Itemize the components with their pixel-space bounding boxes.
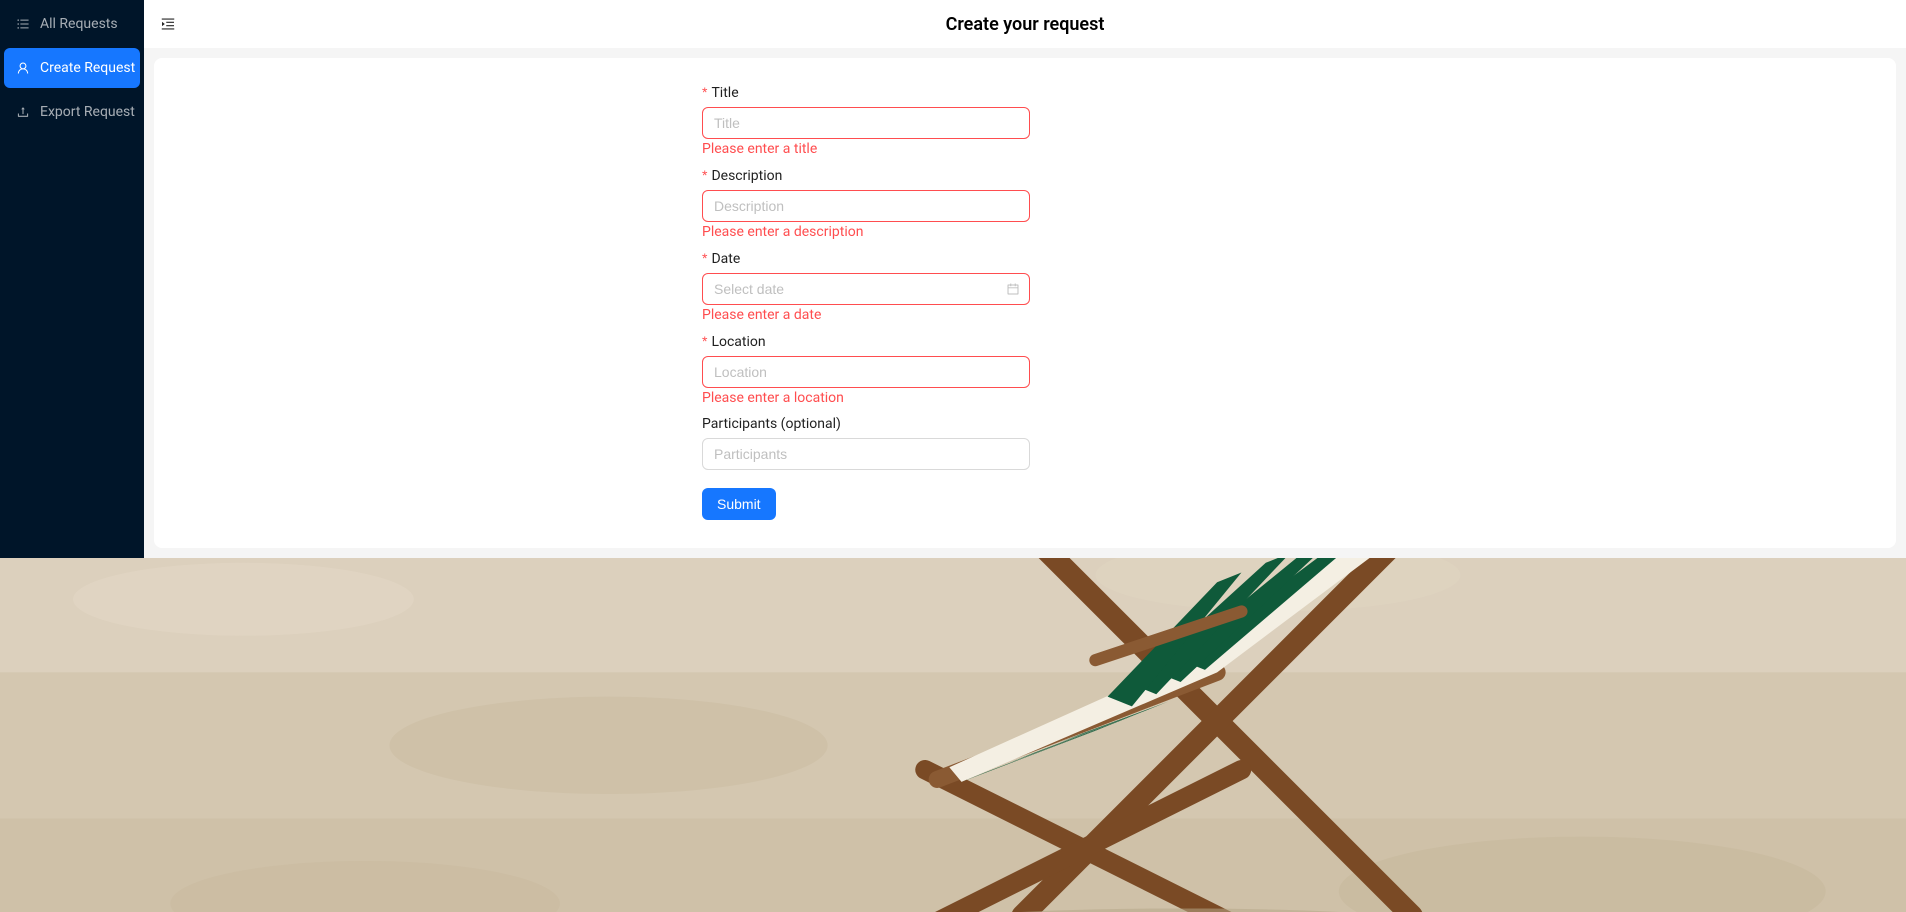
label-text: Date — [711, 251, 740, 267]
sidebar-item-export-request[interactable]: Export Request — [4, 92, 140, 132]
description-error: Please enter a description — [702, 224, 1030, 244]
form-item-participants: Participants (optional) — [702, 410, 1030, 470]
date-error: Please enter a date — [702, 307, 1030, 327]
required-mark: * — [702, 84, 707, 100]
submit-row: Submit — [702, 488, 1030, 520]
label-text: Location — [711, 334, 765, 350]
form-card: *Title Please enter a title *Description… — [154, 58, 1896, 548]
background-image — [0, 558, 1906, 912]
form-item-location: *Location Please enter a location — [702, 327, 1030, 410]
title-error: Please enter a title — [702, 141, 1030, 161]
form-item-description: *Description Please enter a description — [702, 161, 1030, 244]
location-label: *Location — [702, 327, 1030, 350]
label-text: Description — [711, 168, 782, 184]
date-label: *Date — [702, 244, 1030, 267]
sidebar-item-label: All Requests — [40, 16, 118, 32]
date-input[interactable] — [702, 273, 1030, 305]
required-mark: * — [702, 167, 707, 183]
location-error: Please enter a location — [702, 390, 1030, 410]
content-area: *Title Please enter a title *Description… — [144, 48, 1906, 558]
sidebar-item-create-request[interactable]: Create Request — [4, 48, 140, 88]
page-title: Create your request — [946, 14, 1105, 35]
sidebar-item-label: Create Request — [40, 60, 135, 76]
header: Create your request — [144, 0, 1906, 48]
required-mark: * — [702, 250, 707, 266]
sidebar-item-label: Export Request — [40, 104, 135, 120]
sidebar: All Requests Create Request Export Reque… — [0, 0, 144, 558]
ordered-list-icon — [16, 17, 30, 31]
label-text: Participants (optional) — [702, 416, 841, 432]
form-item-date: *Date Please enter a date — [702, 244, 1030, 327]
user-icon — [16, 61, 30, 75]
upload-icon — [16, 105, 30, 119]
submit-button[interactable]: Submit — [702, 488, 776, 520]
title-label: *Title — [702, 78, 1030, 101]
sidebar-item-all-requests[interactable]: All Requests — [4, 4, 140, 44]
create-request-form: *Title Please enter a title *Description… — [702, 78, 1030, 520]
description-input[interactable] — [702, 190, 1030, 222]
required-mark: * — [702, 333, 707, 349]
label-text: Title — [711, 85, 738, 101]
menu-fold-icon[interactable] — [160, 16, 176, 32]
form-item-title: *Title Please enter a title — [702, 78, 1030, 161]
main-content: Create your request *Title Please enter … — [144, 0, 1906, 558]
description-label: *Description — [702, 161, 1030, 184]
title-input[interactable] — [702, 107, 1030, 139]
participants-input[interactable] — [702, 438, 1030, 470]
participants-label: Participants (optional) — [702, 410, 1030, 432]
location-input[interactable] — [702, 356, 1030, 388]
